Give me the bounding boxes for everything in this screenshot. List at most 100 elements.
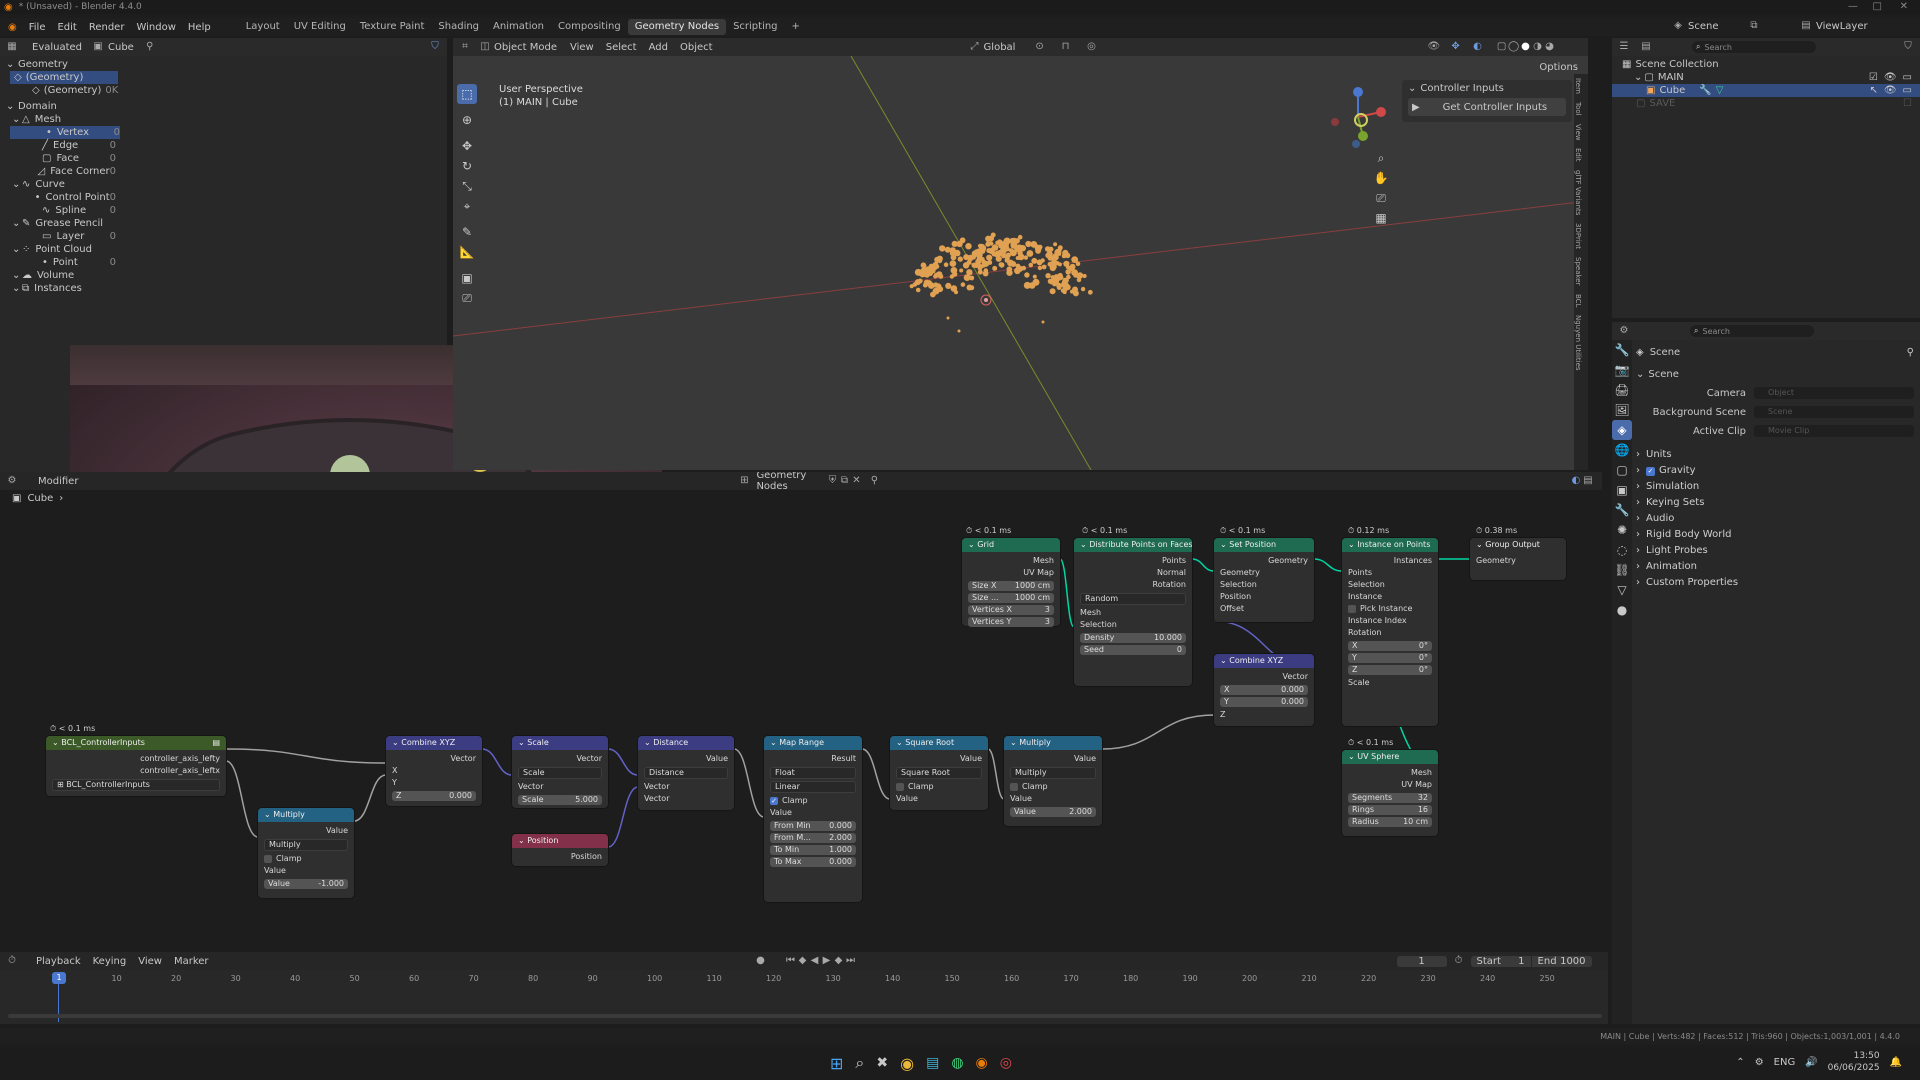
multiply2-clamp-checkbox[interactable]: Clamp [1010, 781, 1096, 793]
combine1-z-field[interactable]: Z 0.000 [392, 791, 476, 801]
particles-tab-icon[interactable]: ✺ [1612, 520, 1632, 540]
visibility-icon[interactable]: 👁 [1884, 71, 1897, 84]
menu-render[interactable]: Render [83, 21, 131, 34]
play-icon[interactable]: ▶ [821, 955, 833, 967]
viewport-3d[interactable]: ⌗ ◫ Object Mode View Select Add Object ⤢… [453, 38, 1588, 470]
timeline-menu-view[interactable]: View [132, 955, 168, 968]
section-keying-sets[interactable]: › Keying Sets [1636, 495, 1914, 511]
domain-item-layer[interactable]: ▭ Layer 0 [6, 230, 116, 243]
node-position[interactable]: ⌄ Position Position [512, 834, 608, 866]
constraints-tab-icon[interactable]: ⛓ [1612, 560, 1632, 580]
scene-selector[interactable]: Scene [1688, 21, 1748, 32]
viewport-menu-view[interactable]: View [564, 41, 600, 54]
shading-rendered-icon[interactable]: ◕ [1544, 41, 1556, 53]
physics-tab-icon[interactable]: ◌ [1612, 540, 1632, 560]
active-clip-selector[interactable]: Movie Clip [1754, 425, 1914, 437]
domain-item-spline[interactable]: ∿ Spline 0 [6, 204, 116, 217]
distance-operation-dropdown[interactable]: Distance [644, 767, 728, 779]
overlay-icon[interactable]: ◐ [1472, 41, 1484, 53]
editor-type-3d-icon[interactable]: ⌗ [459, 41, 471, 53]
transform-tool-icon[interactable]: ⌖ [457, 196, 477, 216]
play-reverse-icon[interactable]: ◀ [809, 955, 821, 967]
minimize-button[interactable]: — [1848, 1, 1858, 12]
uvsphere-segments-field[interactable]: Segments 32 [1348, 793, 1432, 803]
shading-solid-icon[interactable]: ● [1520, 41, 1532, 53]
sidebar-tab-bcl[interactable]: BCL [1574, 290, 1582, 311]
viewport-menu-select[interactable]: Select [600, 41, 643, 54]
viewlayer-selector[interactable]: ViewLayer [1816, 21, 1868, 32]
visibility-icon[interactable]: 👁 [1428, 41, 1441, 53]
move-tool-icon[interactable]: ✥ [457, 136, 477, 156]
recording-app-icon[interactable]: ◎ [1000, 1055, 1012, 1071]
gravity-checkbox[interactable]: ✓ [1646, 466, 1655, 476]
language-indicator[interactable]: ENG [1774, 1057, 1796, 1068]
snap-icon[interactable]: ⊓ [1060, 41, 1072, 53]
shading-wireframe-icon[interactable]: ◯ [1508, 41, 1520, 53]
editor-type-timeline-icon[interactable]: ⏱ [6, 955, 18, 967]
multiply2-operation-dropdown[interactable]: Multiply [1010, 767, 1096, 779]
render-icon[interactable]: ▭ [1903, 71, 1912, 84]
tool-tab-icon[interactable]: 🔧 [1612, 340, 1632, 360]
tab-animation[interactable]: Animation [486, 19, 551, 35]
pick-instance-checkbox[interactable]: Pick Instance [1348, 603, 1432, 615]
node-editor[interactable]: ⚙ Modifier ⊞ Geometry Nodes ⛨ ⧉ ✕ ⚲ ◐ ▤ … [0, 472, 1602, 942]
pan-hand-icon[interactable]: ✋ [1371, 168, 1391, 188]
tab-uv-editing[interactable]: UV Editing [287, 19, 353, 35]
outliner-search-input[interactable]: Search [1704, 43, 1731, 52]
sidebar-tab-view[interactable]: View [1574, 120, 1582, 145]
start-frame-field[interactable]: Start 1 [1470, 955, 1531, 967]
camera-selector[interactable]: Object [1754, 387, 1914, 399]
proportional-edit-icon[interactable]: ◎ [1086, 41, 1098, 53]
grid-size-x-field[interactable]: Size X 1000 cm [968, 581, 1054, 591]
multiply1-value-field[interactable]: Value -1.000 [264, 879, 348, 889]
node-instance-on-points[interactable]: ⌄ Instance on Points Instances Points Se… [1342, 538, 1438, 726]
domain-item-point-cloud[interactable]: ⌄ ⁘ Point Cloud [6, 243, 116, 256]
current-frame-field[interactable]: 1 [1396, 955, 1447, 967]
editor-type-properties-icon[interactable]: ⚙ [1618, 325, 1630, 337]
section-simulation[interactable]: › Simulation [1636, 479, 1914, 495]
exclude-checkbox[interactable]: ☐ [1903, 97, 1912, 110]
network-icon[interactable]: ⚙ [1755, 1057, 1764, 1068]
close-button[interactable]: ✕ [1900, 1, 1908, 12]
auto-key-icon[interactable]: ● [755, 955, 767, 967]
pin-icon[interactable]: ⚲ [1907, 347, 1914, 358]
collapse-chevron-icon[interactable]: ⌄ [1408, 83, 1416, 94]
domain-item-control-point[interactable]: • Control Point 0 [6, 191, 116, 204]
sidebar-tab-3dprint[interactable]: 3DPrint [1574, 219, 1582, 253]
distribute-density-field[interactable]: Density 10.000 [1080, 633, 1186, 643]
filter-icon[interactable]: ⛉ [1902, 41, 1914, 53]
collection-save-row[interactable]: ▢ SAVE ☐ [1622, 97, 1920, 110]
sidebar-tab-nguyen-utilities[interactable]: Nguyen Utilities [1574, 311, 1582, 375]
domain-item-mesh[interactable]: ⌄ △ Mesh [6, 113, 116, 126]
tab-compositing[interactable]: Compositing [551, 19, 628, 35]
tab-shading[interactable]: Shading [431, 19, 486, 35]
rotation-z-field[interactable]: Z 0° [1348, 665, 1432, 675]
geometry-item[interactable]: ◇ (Geometry) 0K [32, 84, 447, 97]
domain-item-volume[interactable]: ⌄ ☁ Volume [6, 269, 116, 282]
material-tab-icon[interactable]: ● [1612, 600, 1632, 620]
playhead[interactable]: 1 [52, 972, 66, 984]
timeline-ruler[interactable]: 1102030405060708090100110120130140150160… [0, 972, 1608, 988]
end-frame-field[interactable]: End 1000 [1531, 955, 1592, 967]
combine2-x-field[interactable]: X 0.000 [1220, 685, 1308, 695]
volume-icon[interactable]: 🔊 [1805, 1057, 1817, 1068]
blender-menu-icon[interactable]: ◉ [8, 22, 17, 33]
camera-tool-icon[interactable]: ⎚ [457, 288, 477, 308]
object-cube-row[interactable]: ▣ Cube 🔧 ▽ ↖ 👁 ▭ [1612, 84, 1920, 97]
sidebar-tab-item[interactable]: Item [1574, 74, 1582, 98]
sidebar-tab-speaker[interactable]: Speaker [1574, 253, 1582, 289]
grid-perspective-icon[interactable]: ▦ [1371, 208, 1391, 228]
transform-orientation-dropdown[interactable]: Global [984, 42, 1034, 53]
node-group-output[interactable]: ⌄ Group Output Geometry [1470, 538, 1566, 580]
section-domain[interactable]: ⌄ Domain [6, 100, 447, 113]
modifier-tab-icon[interactable]: 🔧 [1612, 500, 1632, 520]
menu-help[interactable]: Help [182, 21, 217, 34]
scene-tab-icon[interactable]: ◈ [1612, 420, 1632, 440]
maprange-to-min-field[interactable]: To Min 1.000 [770, 845, 856, 855]
tray-chevron-icon[interactable]: ⌃ [1736, 1057, 1744, 1068]
maprange-from-max-field[interactable]: From M... 2.000 [770, 833, 856, 843]
node-bcl-controller-inputs[interactable]: ⌄ BCL_ControllerInputs ▤ controller_axis_… [46, 736, 226, 796]
scale-value-field[interactable]: Scale 5.000 [518, 795, 602, 805]
select-icon[interactable]: ↖ [1869, 84, 1877, 97]
grid-vertices-x-field[interactable]: Vertices X3 [968, 605, 1054, 615]
